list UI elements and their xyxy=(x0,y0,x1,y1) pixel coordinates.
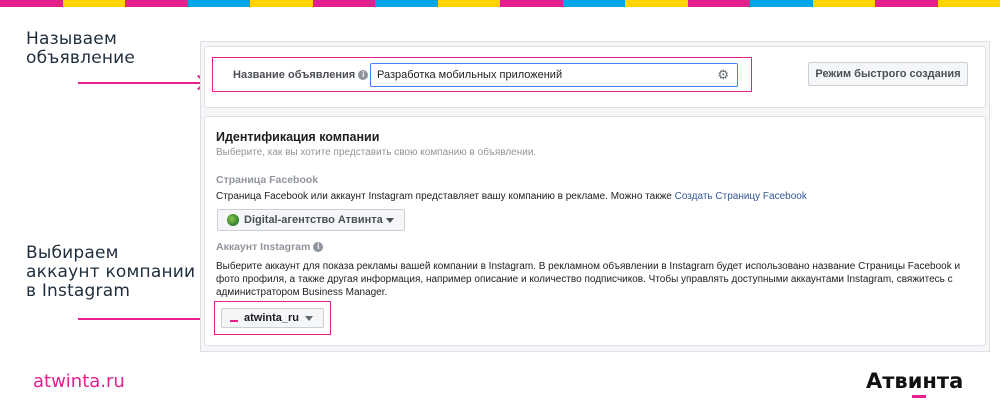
annotation-choose-account: Выбираем аккаунт компании в Instagram xyxy=(26,243,196,301)
stripe-segment xyxy=(250,0,313,7)
identity-title: Идентификация компании xyxy=(216,130,380,144)
arrow-to-ad-name xyxy=(78,82,202,84)
stripe-segment xyxy=(687,0,750,7)
instagram-account-description: Выберите аккаунт для показа рекламы ваше… xyxy=(216,261,961,298)
ad-name-label: Название объявления i xyxy=(233,69,369,81)
info-icon[interactable]: i xyxy=(358,70,369,81)
stripe-segment xyxy=(812,0,875,7)
identity-subtitle: Выберите, как вы хотите представить свою… xyxy=(216,147,537,158)
instagram-account-select[interactable]: atwinta_ru xyxy=(221,308,324,328)
stripe-segment xyxy=(750,0,813,7)
stripe-segment xyxy=(437,0,500,7)
brand-logo: Атвинта xyxy=(866,369,964,393)
chevron-down-icon xyxy=(386,210,394,230)
instagram-account-heading: Аккаунт Instagram i xyxy=(216,241,324,253)
top-color-stripe xyxy=(0,0,1000,7)
page-avatar xyxy=(227,214,239,226)
stripe-segment xyxy=(125,0,188,7)
stripe-segment xyxy=(500,0,563,7)
stripe-segment xyxy=(312,0,375,7)
logo-accent xyxy=(912,395,926,398)
footer-site: atwinta.ru xyxy=(33,371,125,392)
gear-icon[interactable]: ⚙ xyxy=(717,64,729,86)
info-icon[interactable]: i xyxy=(313,242,324,253)
stripe-segment xyxy=(187,0,250,7)
instagram-account-marker-icon xyxy=(230,320,238,322)
stripe-segment xyxy=(937,0,1000,7)
arrow-to-instagram-account xyxy=(78,318,212,320)
quick-create-button[interactable]: Режим быстрого создания xyxy=(808,62,968,86)
ad-name-input[interactable]: Разработка мобильных приложений ⚙ xyxy=(370,63,738,87)
facebook-page-heading: Страница Facebook xyxy=(216,174,319,186)
stripe-segment xyxy=(562,0,625,7)
stripe-segment xyxy=(0,0,63,7)
stripe-segment xyxy=(62,0,125,7)
stripe-segment xyxy=(375,0,438,7)
facebook-page-description: Страница Facebook или аккаунт Instagram … xyxy=(216,191,807,202)
annotation-name-ad: Называем объявление xyxy=(26,29,136,68)
stripe-segment xyxy=(625,0,688,7)
create-facebook-page-link[interactable]: Создать Страницу Facebook xyxy=(675,191,807,202)
chevron-down-icon xyxy=(305,309,313,327)
stripe-segment xyxy=(875,0,938,7)
facebook-page-select[interactable]: Digital-агентство Атвинта xyxy=(217,209,405,231)
